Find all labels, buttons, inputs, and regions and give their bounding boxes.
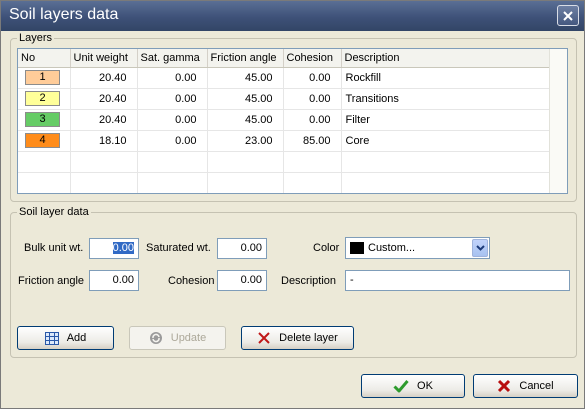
layer-number-cell: 2 — [18, 88, 71, 110]
checkmark-icon — [393, 379, 409, 393]
column-header-no[interactable]: No — [18, 49, 71, 68]
delete-layer-button[interactable]: Delete layer — [241, 326, 354, 350]
empty-cell — [137, 151, 208, 173]
saturated-weight-input[interactable]: 0.00 — [217, 238, 267, 259]
cell-cohesion: 85.00 — [283, 130, 342, 152]
column-header-unit-weight[interactable]: Unit weight — [70, 49, 138, 68]
cell-cohesion: 0.00 — [283, 67, 342, 89]
update-button-label: Update — [170, 332, 207, 344]
cell-friction-angle: 45.00 — [207, 88, 284, 110]
cell-cohesion: 0.00 — [283, 109, 342, 131]
cell-sat-gamma: 0.00 — [137, 67, 208, 89]
table-row[interactable]: 3 20.40 0.00 45.00 0.00 Filter — [18, 109, 550, 131]
table-header-row: No Unit weight Sat. gamma Friction angle… — [18, 49, 550, 68]
title-bar[interactable]: Soil layers data — [1, 1, 584, 31]
column-header-friction-angle[interactable]: Friction angle — [207, 49, 284, 68]
description-input[interactable]: - — [345, 270, 570, 291]
empty-row — [18, 172, 550, 193]
layer-color-swatch: 2 — [25, 91, 60, 106]
friction-angle-input[interactable]: 0.00 — [89, 270, 139, 291]
close-icon — [563, 10, 573, 21]
add-button-label: Add — [66, 332, 87, 344]
empty-cell — [70, 172, 138, 193]
cell-description: Core — [341, 130, 550, 152]
cell-sat-gamma: 0.00 — [137, 109, 208, 131]
color-select-value: Custom... — [368, 242, 416, 254]
cell-sat-gamma: 0.00 — [137, 88, 208, 110]
cohesion-input[interactable]: 0.00 — [217, 270, 267, 291]
ok-button[interactable]: OK — [361, 374, 465, 398]
cell-unit-weight: 18.10 — [70, 130, 138, 152]
table-row[interactable]: 2 20.40 0.00 45.00 0.00 Transitions — [18, 88, 550, 110]
layer-color-swatch: 3 — [25, 112, 60, 127]
color-swatch — [350, 242, 364, 254]
layer-color-swatch: 4 — [25, 133, 60, 148]
window-title: Soil layers data — [9, 6, 119, 23]
layers-table[interactable]: No Unit weight Sat. gamma Friction angle… — [17, 48, 568, 194]
cancel-button-label: Cancel — [519, 380, 554, 392]
close-button[interactable] — [557, 5, 579, 26]
empty-row — [18, 151, 550, 173]
bulk-unit-weight-label: Bulk unit wt. — [24, 242, 84, 254]
delete-layer-button-label: Delete layer — [279, 332, 338, 344]
layer-number-cell: 3 — [18, 109, 71, 131]
grid-icon — [44, 331, 59, 345]
empty-cell — [18, 172, 71, 193]
cell-description: Rockfill — [341, 67, 550, 89]
empty-cell — [341, 172, 550, 193]
empty-cell — [137, 172, 208, 193]
refresh-icon — [149, 331, 163, 345]
soil-layers-dialog: Soil layers data Layers No Unit weight S… — [0, 0, 585, 409]
table-row[interactable]: 1 20.40 0.00 45.00 0.00 Rockfill — [18, 67, 550, 89]
cancel-x-icon — [497, 379, 511, 393]
column-header-description[interactable]: Description — [341, 49, 550, 68]
description-label: Description — [281, 275, 337, 287]
layer-number-cell: 1 — [18, 67, 71, 89]
chevron-down-icon — [475, 245, 485, 251]
bulk-unit-weight-value: 0.00 — [112, 242, 134, 254]
layer-color-swatch: 1 — [25, 70, 60, 85]
friction-angle-label: Friction angle — [18, 275, 85, 287]
empty-cell — [207, 172, 284, 193]
empty-cell — [207, 151, 284, 173]
layers-group-label: Layers — [19, 32, 53, 44]
empty-cell — [341, 151, 550, 173]
cell-unit-weight: 20.40 — [70, 88, 138, 110]
cell-friction-angle: 23.00 — [207, 130, 284, 152]
dropdown-arrow[interactable] — [472, 239, 488, 257]
color-select[interactable]: Custom... — [345, 237, 490, 259]
cohesion-label: Cohesion — [168, 275, 215, 287]
cancel-button[interactable]: Cancel — [473, 374, 578, 398]
cell-unit-weight: 20.40 — [70, 109, 138, 131]
color-label: Color — [313, 242, 340, 254]
empty-cell — [18, 151, 71, 173]
delete-x-icon — [257, 331, 271, 345]
empty-cell — [283, 151, 342, 173]
cell-description: Transitions — [341, 88, 550, 110]
add-button[interactable]: Add — [17, 326, 114, 350]
column-header-sat-gamma[interactable]: Sat. gamma — [137, 49, 208, 68]
bulk-unit-weight-input[interactable]: 0.00 — [89, 238, 139, 259]
cell-sat-gamma: 0.00 — [137, 130, 208, 152]
empty-cell — [283, 172, 342, 193]
cell-description: Filter — [341, 109, 550, 131]
layer-number-cell: 4 — [18, 130, 71, 152]
table-scrollbar[interactable] — [549, 49, 567, 193]
update-button[interactable]: Update — [129, 326, 226, 350]
cell-unit-weight: 20.40 — [70, 67, 138, 89]
column-header-cohesion[interactable]: Cohesion — [283, 49, 342, 68]
cell-cohesion: 0.00 — [283, 88, 342, 110]
ok-button-label: OK — [417, 380, 433, 392]
empty-cell — [70, 151, 138, 173]
table-row[interactable]: 4 18.10 0.00 23.00 85.00 Core — [18, 130, 550, 152]
cell-friction-angle: 45.00 — [207, 67, 284, 89]
saturated-weight-label: Saturated wt. — [146, 242, 211, 254]
cell-friction-angle: 45.00 — [207, 109, 284, 131]
soil-layer-group-label: Soil layer data — [19, 206, 89, 218]
